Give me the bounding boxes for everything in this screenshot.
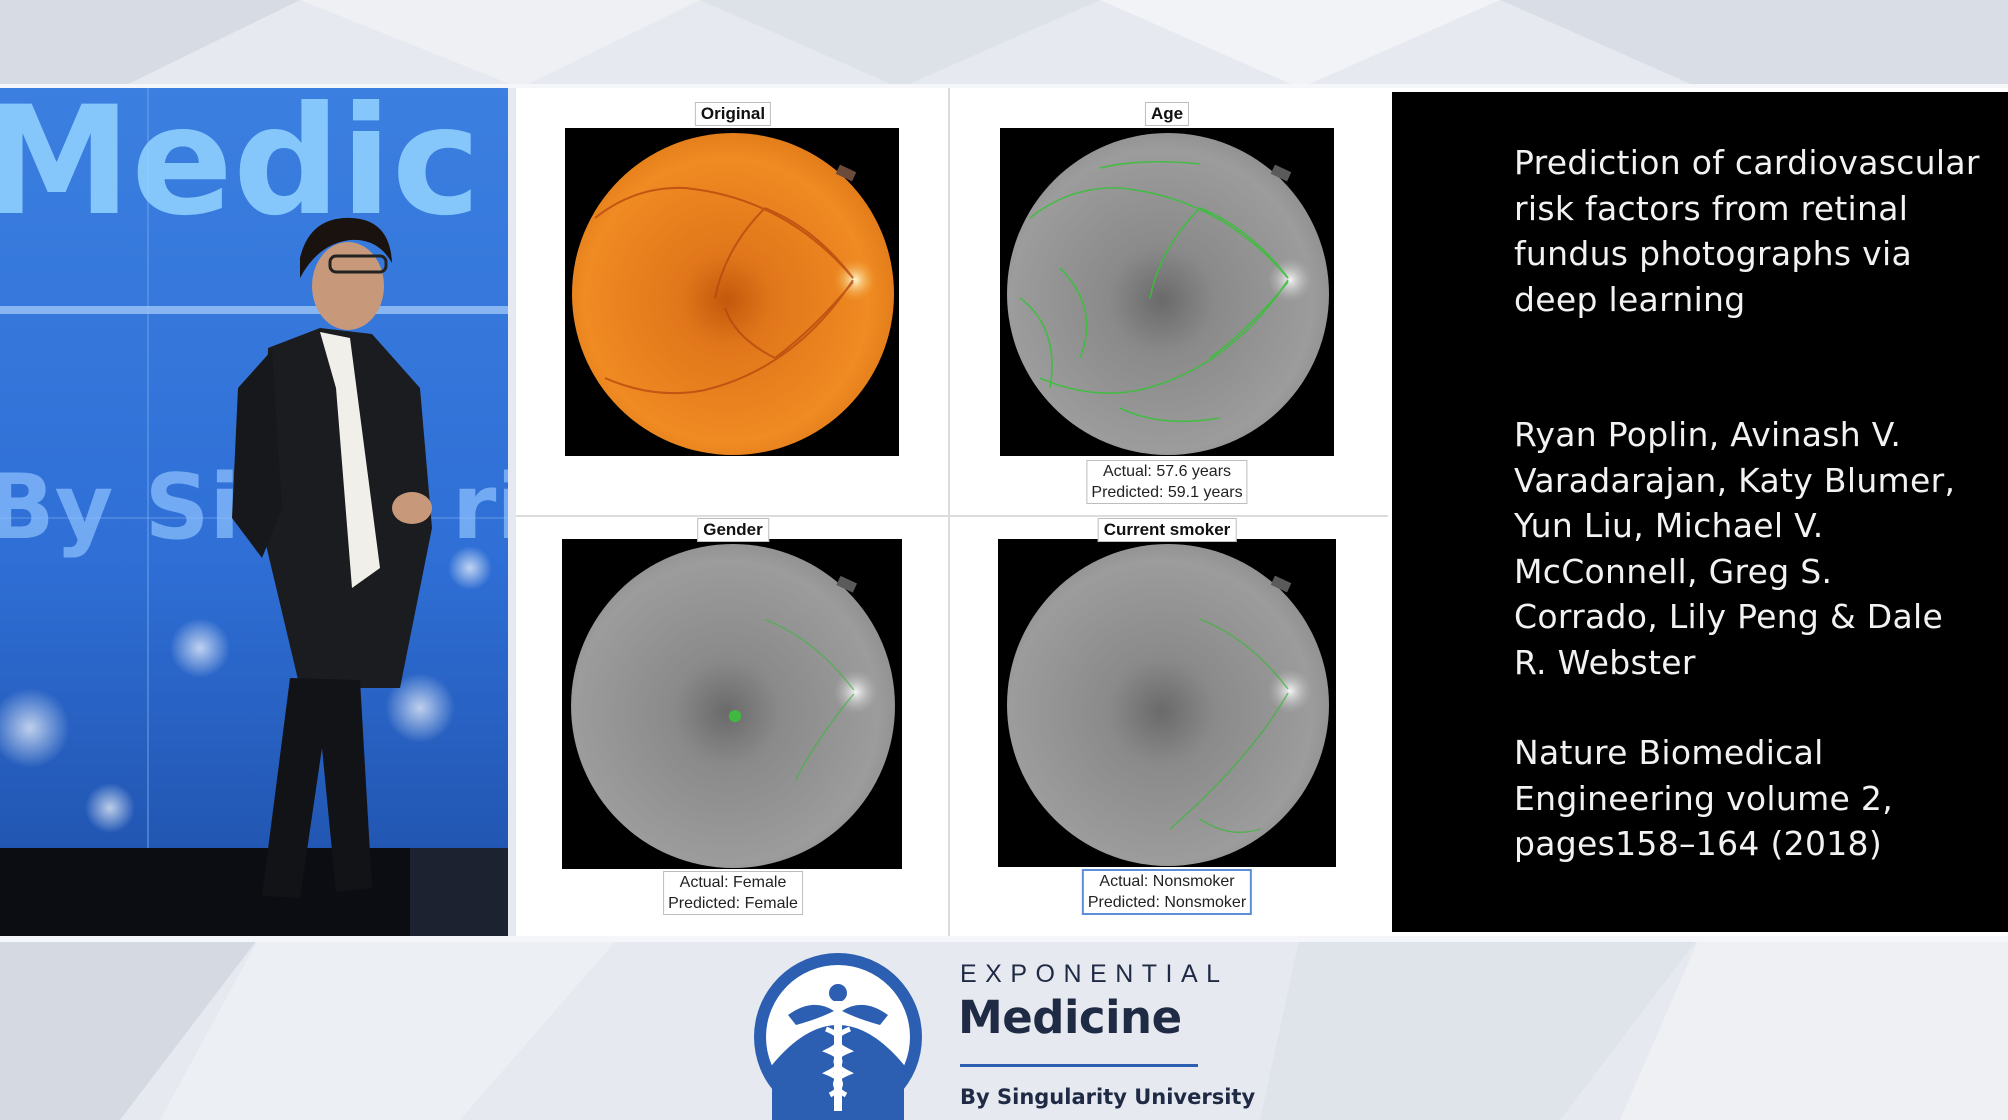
stage-backdrop-screen: Medic By Sin ri (0, 88, 508, 936)
paper-title: Prediction of cardiovascular risk factor… (1514, 143, 1980, 319)
panel-title: Current smoker (1097, 518, 1237, 542)
caption-predicted: Predicted: 59.1 years (1091, 484, 1243, 501)
panel-gender: Gender Actual: Female Predicted: Female (516, 517, 950, 936)
logo-text-exponential: EXPONENTIAL (960, 960, 1229, 988)
panel-age: Age Actual: 57.6 years Predicted: 59.1 y… (950, 88, 1384, 512)
fundus-smoker-heatmap (998, 539, 1336, 867)
speaker-camera-feed: Medic By Sin ri (0, 88, 508, 936)
paper-citation: Nature Biomedical Engineering volume 2, … (1514, 733, 1894, 863)
slide-text-panel: Prediction of cardiovascular risk factor… (1392, 92, 2008, 932)
panel-current-smoker: Current smoker Actual: Nonsmoker Predict… (950, 517, 1384, 936)
fundus-age-heatmap (1000, 128, 1334, 456)
exponential-medicine-logo: EXPONENTIAL Medicine By Singularity Univ… (748, 945, 1268, 1120)
caption-predicted: Predicted: Nonsmoker (1087, 894, 1247, 911)
panel-original: Original (516, 88, 950, 512)
logo-text-singularity: By Singularity University (960, 1085, 1256, 1109)
panel-title: Original (694, 102, 772, 126)
caption-actual: Actual: Female (679, 874, 787, 891)
gender-caption: Actual: Female Predicted: Female (663, 871, 803, 915)
caption-predicted: Predicted: Female (668, 895, 798, 912)
backdrop-text-medic: Medic (0, 88, 481, 249)
backdrop-text-by-tail: ri (452, 455, 508, 560)
fundus-gender-heatmap (562, 539, 902, 869)
smoker-caption: Actual: Nonsmoker Predicted: Nonsmoker (1081, 869, 1253, 915)
logo-text-medicine: Medicine (958, 991, 1182, 1044)
presentation-slide: Original Age Actual: 57.6 years Predicte… (516, 88, 2008, 936)
age-caption: Actual: 57.6 years Predicted: 59.1 years (1086, 460, 1248, 504)
figure-grid: Original Age Actual: 57.6 years Predicte… (516, 88, 1388, 936)
panel-title: Age (1144, 102, 1190, 126)
caduceus-emblem-icon (754, 953, 922, 1120)
fundus-original-image (565, 128, 899, 456)
caption-actual: Actual: 57.6 years (1102, 463, 1232, 480)
caption-actual: Actual: Nonsmoker (1099, 873, 1235, 890)
paper-authors: Ryan Poplin, Avinash V. Varadarajan, Kat… (1514, 415, 1956, 682)
panel-title: Gender (697, 518, 769, 542)
logo-divider (960, 1064, 1198, 1067)
